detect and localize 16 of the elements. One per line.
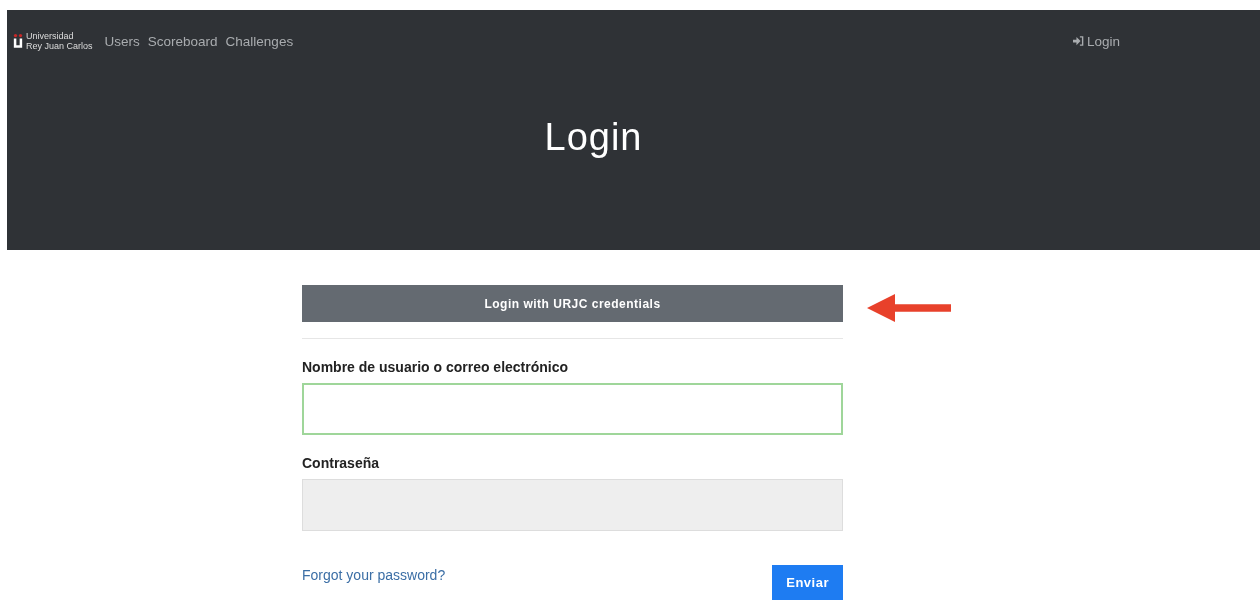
submit-button[interactable]: Enviar bbox=[772, 565, 843, 600]
page-title: Login bbox=[543, 116, 644, 159]
login-link[interactable]: Login bbox=[1072, 33, 1120, 49]
input-field[interactable] bbox=[302, 479, 843, 531]
sso-login-button[interactable]: Login with URJC credentials bbox=[302, 285, 843, 322]
nav-link[interactable]: Challenges bbox=[225, 33, 294, 49]
nav-link[interactable]: Users bbox=[104, 33, 140, 49]
logo-text: Universidad bbox=[26, 31, 74, 41]
sign-in-icon bbox=[1072, 36, 1084, 46]
forgot-password-link[interactable]: Forgot your password? bbox=[302, 567, 446, 583]
field-label: Nombre de usuario o correo electrónico bbox=[302, 359, 570, 375]
logo-icon[interactable] bbox=[13, 33, 23, 49]
input-field[interactable] bbox=[302, 383, 843, 435]
field-label: Contraseña bbox=[302, 455, 381, 471]
nav-link[interactable]: Scoreboard bbox=[147, 33, 218, 49]
logo-text: Rey Juan Carlos bbox=[26, 41, 93, 51]
